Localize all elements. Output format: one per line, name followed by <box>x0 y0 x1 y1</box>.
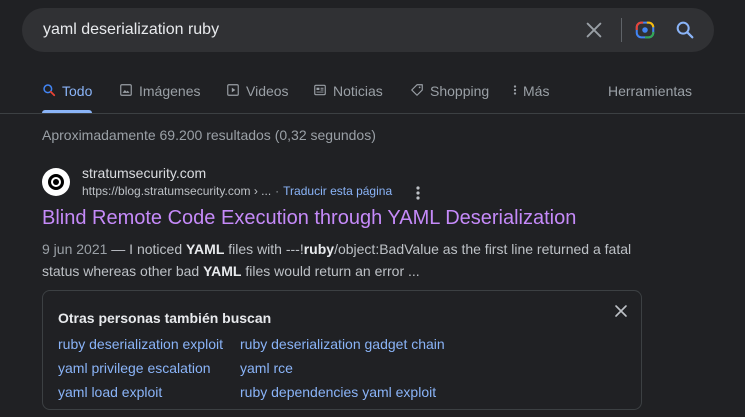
tab-todo[interactable]: Todo <box>42 80 93 113</box>
site-name[interactable]: stratumsecurity.com <box>82 165 206 181</box>
search-icon <box>43 84 56 97</box>
snippet-text: files would return an error ... <box>241 263 420 279</box>
translate-link[interactable]: Traducir esta página <box>283 184 392 198</box>
site-favicon[interactable] <box>42 168 70 196</box>
tab-shopping[interactable]: Shopping <box>410 80 489 112</box>
related-search-link[interactable]: yaml load exploit <box>58 384 162 400</box>
people-also-search-title: Otras personas también buscan <box>58 310 272 326</box>
tag-icon <box>411 84 423 96</box>
search-input[interactable]: yaml deserialization ruby <box>43 21 219 39</box>
snippet-highlight: YAML <box>203 263 242 279</box>
google-lens-icon[interactable] <box>634 19 656 41</box>
tools-label: Herramientas <box>608 83 693 99</box>
snippet-text: — I noticed <box>107 241 186 257</box>
tab-label: Videos <box>246 83 289 99</box>
people-also-search-box: Otras personas también buscan ruby deser… <box>42 290 642 410</box>
result-date: 9 jun 2021 <box>42 241 108 257</box>
tab-label: Noticias <box>333 83 383 99</box>
tab-noticias[interactable]: Noticias <box>313 80 383 112</box>
newspaper-icon <box>314 84 326 96</box>
snippet-highlight: YAML <box>186 241 225 257</box>
play-icon <box>227 84 239 96</box>
search-icon[interactable] <box>674 19 696 41</box>
result-title-link[interactable]: Blind Remote Code Execution through YAML… <box>42 207 576 230</box>
close-icon[interactable] <box>583 19 605 41</box>
related-search-link[interactable]: yaml privilege escalation <box>58 360 211 376</box>
tab-label: Shopping <box>430 83 490 99</box>
related-search-link[interactable]: ruby deserialization gadget chain <box>240 336 445 352</box>
tools-button[interactable]: Herramientas <box>608 80 692 112</box>
related-search-link[interactable]: ruby deserialization exploit <box>58 336 223 352</box>
tab-label: Todo <box>62 83 93 99</box>
tab-label: Más <box>523 83 550 99</box>
tab-label: Imágenes <box>139 83 201 99</box>
search-tabs: Todo Imágenes Videos Noticias Shopping M… <box>0 80 745 113</box>
more-options-icon[interactable] <box>411 185 425 201</box>
search-bar-divider <box>621 18 622 42</box>
site-url[interactable]: https://blog.stratumsecurity.com › ... <box>82 184 271 198</box>
result-stats: Aproximadamente 69.200 resultados (0,32 … <box>42 127 376 143</box>
tab-videos[interactable]: Videos <box>226 80 289 112</box>
snippet-text: files with ---! <box>224 241 304 257</box>
site-url-line: https://blog.stratumsecurity.com › ... · T… <box>82 184 392 198</box>
tab-imagenes[interactable]: Imágenes <box>119 80 200 112</box>
url-separator: · <box>275 184 280 198</box>
tabs-divider <box>0 113 745 114</box>
search-bar[interactable]: yaml deserialization ruby <box>22 8 714 52</box>
close-icon[interactable] <box>614 304 628 318</box>
related-search-link[interactable]: ruby dependencies yaml exploit <box>240 384 436 400</box>
tab-mas[interactable]: Más <box>511 80 549 112</box>
more-vert-icon <box>513 85 517 95</box>
related-search-link[interactable]: yaml rce <box>240 360 293 376</box>
image-icon <box>120 84 132 96</box>
snippet-highlight: ruby <box>303 241 335 257</box>
result-snippet: 9 jun 2021 — I noticed YAML files with -… <box>42 238 662 282</box>
